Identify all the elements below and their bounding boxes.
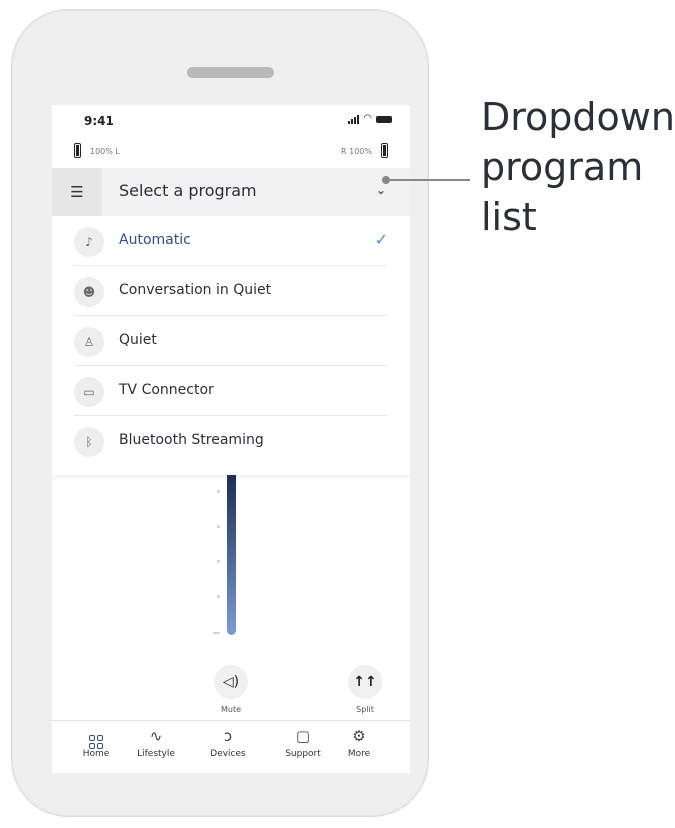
annotation-dot [382,176,390,184]
right-battery-label: R 100% [341,147,372,156]
annotation-leader-line [390,179,470,181]
split-label: Split [356,705,374,714]
program-dropdown-header[interactable]: ☰ Select a program ⌄ [52,168,410,216]
program-label: Conversation in Quiet [119,282,272,298]
quiet-icon: ♙ [74,327,104,357]
wifi-icon: ◠ [363,113,372,124]
right-battery-icon [381,143,388,158]
program-label: Quiet [119,332,157,348]
list-icon: ☰ [52,168,102,216]
status-time: 9:41 [84,114,114,128]
split-button[interactable]: ↑↑ [348,665,382,699]
dropdown-title: Select a program [119,181,257,200]
tv-icon: ▭ [74,377,104,407]
nav-label: More [347,749,371,759]
more-gear-icon: ⚙ [352,727,366,745]
left-battery-icon [74,143,81,158]
mute-button[interactable]: ◁) [214,665,248,699]
nav-label: Home [82,749,110,759]
program-label: Bluetooth Streaming [119,432,264,448]
right-battery-percent: 100% [349,147,372,156]
signal-icon [348,114,360,124]
hearing-aid-battery-row: 100% L R 100% [74,143,388,161]
nav-more[interactable]: ⚙ More [331,727,387,759]
program-label: TV Connector [119,382,214,398]
check-icon: ✓ [374,230,388,249]
lifestyle-pulse-icon: ∿ [149,727,163,745]
home-grid-icon [68,727,124,749]
volume-tick [217,595,220,598]
nav-home[interactable]: Home [68,727,124,759]
left-battery-label: 100% L [90,147,120,156]
left-side-label: L [115,147,120,156]
volume-slider[interactable] [227,475,236,635]
nav-label: Devices [210,749,246,759]
program-item-conversation-in-quiet[interactable]: ☻ Conversation in Quiet [74,266,388,316]
nav-support[interactable]: ▢ Support [275,727,331,759]
phone-battery-icon [376,115,392,123]
volume-tick [217,560,220,563]
split-sliders-icon: ↑↑ [353,674,377,690]
status-icons: ◠ [348,114,392,124]
program-item-tv-connector[interactable]: ▭ TV Connector [74,366,388,416]
volume-tick [217,525,220,528]
program-item-automatic[interactable]: ♪ Automatic ✓ [74,216,388,266]
program-item-quiet[interactable]: ♙ Quiet [74,316,388,366]
annotation-line-2: program [481,145,644,189]
nav-lifestyle[interactable]: ∿ Lifestyle [128,727,184,759]
phone-speaker [187,67,274,78]
devices-ear-icon: ↄ [223,727,233,745]
right-side-label: R [341,147,347,156]
volume-tick [217,490,220,493]
conversation-icon: ☻ [74,277,104,307]
volume-tick [213,632,220,634]
bluetooth-icon: ᛒ [74,427,104,457]
program-list: ♪ Automatic ✓ ☻ Conversation in Quiet ♙ … [52,216,410,475]
support-chat-icon: ▢ [295,727,311,745]
mute-label: Mute [220,705,242,714]
chevron-down-icon[interactable]: ⌄ [376,183,386,197]
annotation-line-3: list [481,195,537,239]
nav-label: Lifestyle [137,749,175,759]
left-battery-percent: 100% [90,147,113,156]
automatic-icon: ♪ [74,227,104,257]
program-label: Automatic [119,232,191,248]
nav-devices[interactable]: ↄ Devices [200,727,256,759]
annotation-line-1: Dropdown [481,95,675,139]
speaker-mute-icon: ◁) [222,674,240,690]
app-screen: 9:41 ◠ 100% L R 100% ☰ Select a program [52,105,410,773]
bottom-navigation: Home ∿ Lifestyle ↄ Devices ▢ Support ⚙ M… [52,720,410,773]
phone-frame: 9:41 ◠ 100% L R 100% ☰ Select a program [12,10,428,816]
nav-label: Support [285,749,321,759]
program-item-bluetooth-streaming[interactable]: ᛒ Bluetooth Streaming [74,416,388,466]
annotation-text: Dropdown program list [481,92,675,242]
